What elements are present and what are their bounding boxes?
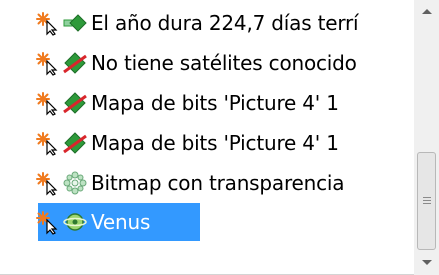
- magic-wand-icon: [34, 10, 60, 36]
- scroll-thumb[interactable]: [417, 152, 436, 250]
- scroll-up-button[interactable]: [414, 0, 439, 22]
- struck-diamond-icon: [62, 90, 88, 116]
- magic-wand-icon: [34, 209, 60, 235]
- tree-item-selected[interactable]: Venus: [34, 202, 414, 242]
- chevron-up-icon: [421, 9, 432, 14]
- tree-item-label: El año dura 224,7 días terrí: [91, 11, 359, 35]
- bitmap-icon: [62, 170, 88, 196]
- outline-tree-panel: El año dura 224,7 días terrí No tiene sa…: [0, 0, 439, 275]
- tree-item-label: No tiene satélites conocido: [91, 51, 357, 75]
- planet-icon: [62, 209, 88, 235]
- magic-wand-icon: [34, 90, 60, 116]
- struck-diamond-icon: [62, 50, 88, 76]
- magic-wand-icon: [34, 170, 60, 196]
- grip-line: [423, 200, 431, 201]
- tree-item-label: Venus: [91, 210, 151, 234]
- tree-item[interactable]: Mapa de bits 'Picture 4' 1: [34, 83, 414, 123]
- tree-item-label: Bitmap con transparencia: [91, 171, 345, 195]
- scroll-down-button[interactable]: [414, 252, 439, 274]
- grip-line: [423, 197, 431, 198]
- tree-item-label: Mapa de bits 'Picture 4' 1: [91, 91, 339, 115]
- vertical-scrollbar[interactable]: [414, 0, 439, 275]
- magic-wand-icon: [34, 130, 60, 156]
- tree-item-label: Mapa de bits 'Picture 4' 1: [91, 131, 339, 155]
- tree-item[interactable]: Bitmap con transparencia: [34, 163, 414, 203]
- struck-diamond-icon: [62, 130, 88, 156]
- tree-item[interactable]: El año dura 224,7 días terrí: [34, 3, 414, 43]
- green-diamond-arrow-icon: [62, 10, 88, 36]
- chevron-down-icon: [421, 260, 432, 265]
- tree-item[interactable]: Mapa de bits 'Picture 4' 1: [34, 123, 414, 163]
- grip-line: [423, 203, 431, 204]
- tree-item[interactable]: No tiene satélites conocido: [34, 43, 414, 83]
- magic-wand-icon: [34, 50, 60, 76]
